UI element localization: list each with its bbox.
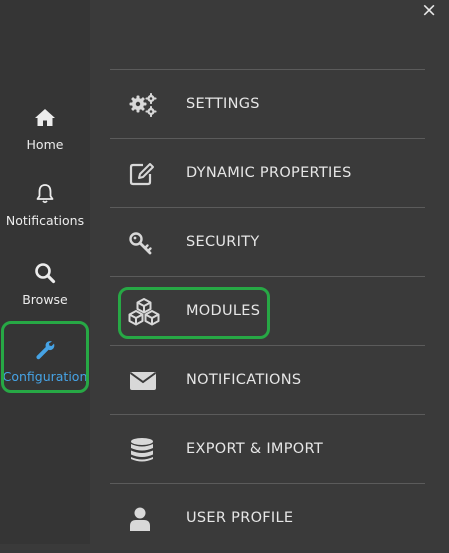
menu-item-user-profile[interactable]: USER PROFILE <box>110 484 425 553</box>
menu-item-label: SETTINGS <box>186 96 260 112</box>
menu-item-label: DYNAMIC PROPERTIES <box>186 165 352 181</box>
sidebar-item-label: Notifications <box>5 213 85 228</box>
menu-item-dynamic-properties[interactable]: DYNAMIC PROPERTIES <box>110 139 425 208</box>
sidebar-item-label: Home <box>26 137 64 152</box>
user-icon <box>130 507 150 531</box>
sidebar-item-notifications[interactable]: Notifications <box>0 182 90 228</box>
sidebar-item-home[interactable]: Home <box>0 106 90 152</box>
sidebar-item-label: Browse <box>22 292 68 307</box>
menu-item-notifications[interactable]: NOTIFICATIONS <box>110 346 425 415</box>
menu-item-label: USER PROFILE <box>186 510 294 526</box>
key-icon <box>129 232 152 255</box>
search-icon <box>35 263 56 284</box>
menu-item-security[interactable]: SECURITY <box>110 208 425 277</box>
close-button[interactable]: × <box>421 1 437 20</box>
gears-icon <box>129 93 157 117</box>
bell-icon <box>36 184 54 204</box>
home-icon <box>35 109 55 126</box>
menu-item-label: SECURITY <box>186 234 260 250</box>
modules-highlight <box>118 287 270 339</box>
menu-item-export-import[interactable]: EXPORT & IMPORT <box>110 415 425 484</box>
menu-item-label: NOTIFICATIONS <box>186 372 302 388</box>
sidebar-item-browse[interactable]: Browse <box>0 261 90 307</box>
menu-item-settings[interactable]: SETTINGS <box>110 70 425 139</box>
database-icon <box>131 438 153 462</box>
envelope-icon <box>129 372 157 390</box>
menu-item-label: EXPORT & IMPORT <box>186 441 323 457</box>
edit-icon <box>129 163 154 186</box>
active-item-highlight <box>1 321 89 393</box>
